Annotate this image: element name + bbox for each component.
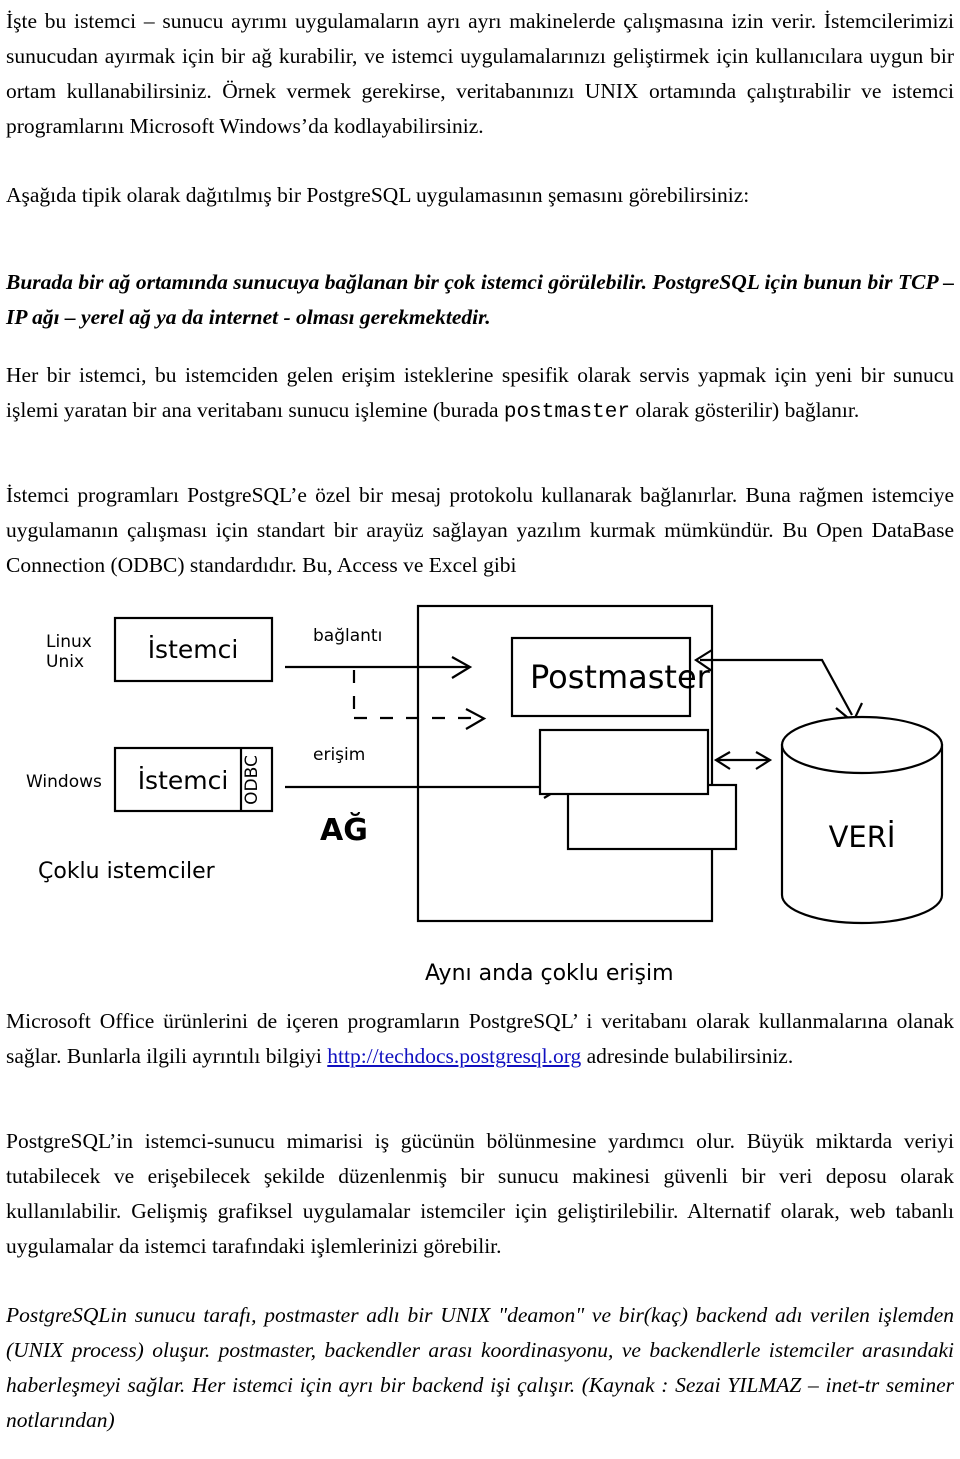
postmaster-term: postmaster bbox=[503, 401, 630, 424]
architecture-diagram-svg: Linux Unix Windows İstemci İstemci ODBC … bbox=[26, 604, 944, 986]
db-feedback-arrow-path bbox=[700, 658, 853, 716]
label-linux: Linux bbox=[46, 632, 92, 652]
paragraph-office-odbc: Microsoft Office ürünlerini de içeren pr… bbox=[6, 1004, 954, 1074]
paragraph-schema-intro: Aşağıda tipik olarak dağıtılmış bir Post… bbox=[6, 183, 750, 207]
label-unix: Unix bbox=[46, 652, 84, 672]
paragraph-text-after-mono: olarak gösterilir) bağlanır. bbox=[629, 398, 860, 422]
client-box-windows-label: İstemci bbox=[138, 766, 229, 795]
clients-caption: Çoklu istemciler bbox=[38, 859, 216, 884]
paragraph-server-side-summary: PostgreSQLin sunucu tarafı, postmaster a… bbox=[6, 1303, 954, 1432]
document-page: İşte bu istemci – sunucu ayrımı uygulama… bbox=[0, 0, 960, 1459]
postmaster-label: Postmaster bbox=[530, 658, 711, 696]
techdocs-link[interactable]: http://techdocs.postgresql.org bbox=[327, 1044, 581, 1068]
label-network: AĞ bbox=[320, 811, 368, 848]
paragraph-text-after-link: adresinde bulabilirsiniz. bbox=[581, 1044, 794, 1068]
database-label: VERİ bbox=[829, 820, 896, 854]
paragraph-network-note: Burada bir ağ ortamında sunucuya bağlana… bbox=[6, 270, 954, 329]
architecture-diagram: Linux Unix Windows İstemci İstemci ODBC … bbox=[0, 590, 960, 1010]
label-windows: Windows bbox=[26, 772, 102, 792]
database-cylinder-top bbox=[780, 715, 944, 775]
client-box-linux-label: İstemci bbox=[148, 635, 239, 664]
label-erisim: erişim bbox=[313, 745, 365, 765]
paragraph-client-server-split: İşte bu istemci – sunucu ayrımı uygulama… bbox=[6, 9, 954, 138]
odbc-label: ODBC bbox=[242, 755, 262, 805]
server-caption: Aynı anda çoklu erişim bbox=[425, 961, 674, 986]
paragraph-postmaster-process: Her bir istemci, bu istemciden gelen eri… bbox=[6, 358, 954, 430]
paragraph-odbc-protocol: İstemci programları PostgreSQL’e özel bi… bbox=[6, 483, 954, 577]
backend-box-2 bbox=[538, 728, 710, 796]
paragraph-architecture-benefits: PostgreSQL’in istemci-sunucu mimarisi iş… bbox=[6, 1129, 954, 1258]
label-baglanti: bağlantı bbox=[313, 626, 382, 646]
